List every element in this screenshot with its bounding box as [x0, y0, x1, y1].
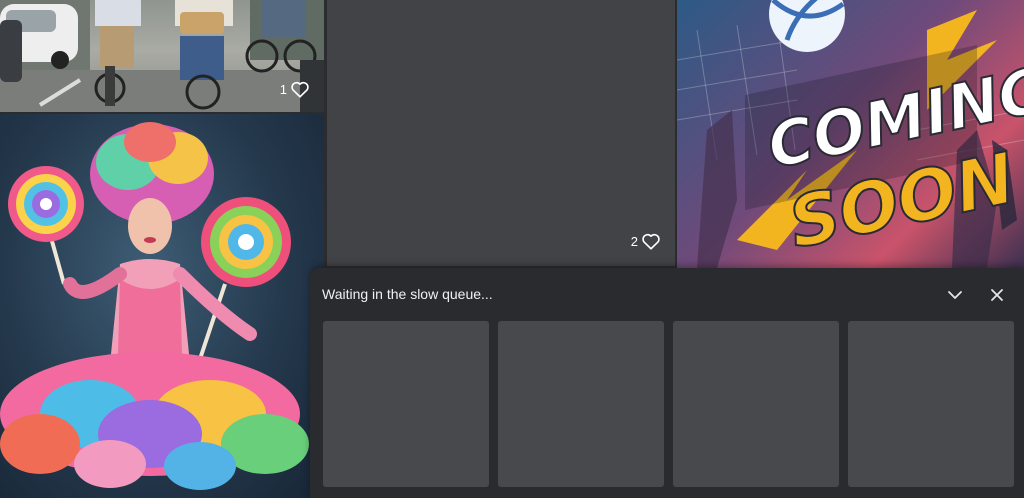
queue-title: Waiting in the slow queue... [322, 286, 493, 302]
gallery-page: 1 2 COMING SOON Waiting in the slow queu… [0, 0, 1024, 498]
heart-icon [291, 81, 309, 98]
collapse-button[interactable] [944, 284, 966, 306]
coming-soon-poster: COMING SOON [677, 0, 1024, 268]
close-icon [991, 289, 1003, 301]
image-tile-candy-woman[interactable] [0, 114, 324, 498]
close-button[interactable] [986, 284, 1008, 306]
street-photo [0, 0, 324, 112]
queue-slot-placeholder [848, 321, 1014, 487]
heart-icon [642, 233, 660, 250]
chevron-down-icon [948, 291, 962, 299]
queue-slot-placeholder [673, 321, 839, 487]
like-button[interactable]: 1 [280, 80, 310, 98]
queue-slots [323, 321, 1014, 487]
like-count: 2 [630, 233, 638, 249]
like-button[interactable]: 2 [631, 232, 661, 250]
queue-slot-placeholder [498, 321, 664, 487]
like-count: 1 [279, 81, 287, 97]
image-tile-placeholder[interactable]: 2 [327, 0, 675, 266]
image-tile-coming-soon[interactable]: COMING SOON [677, 0, 1024, 268]
queue-panel: Waiting in the slow queue... [310, 268, 1024, 498]
queue-slot-placeholder [323, 321, 489, 487]
image-tile-street-cyclists[interactable]: 1 [0, 0, 324, 112]
candy-woman-illustration [0, 122, 309, 490]
